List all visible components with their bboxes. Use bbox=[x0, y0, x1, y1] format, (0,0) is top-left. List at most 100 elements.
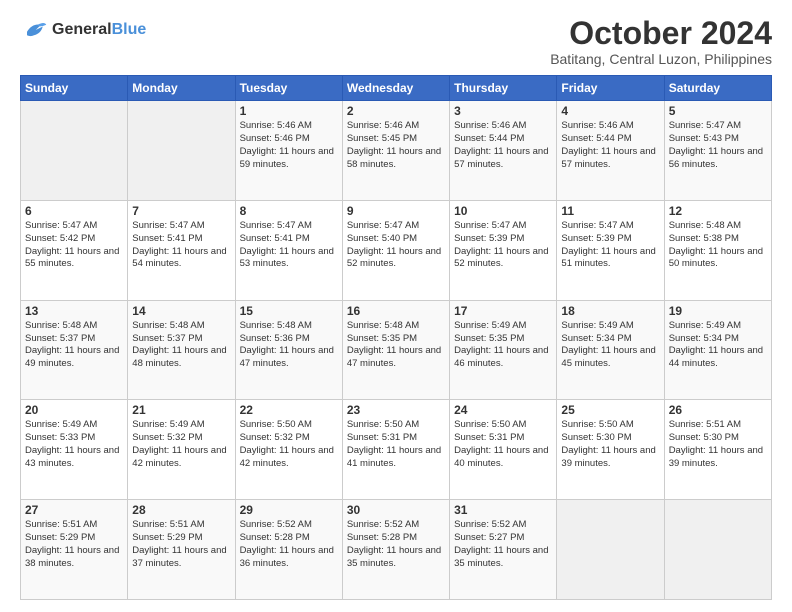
day-info: Sunrise: 5:52 AMSunset: 5:28 PMDaylight:… bbox=[347, 519, 445, 570]
calendar-day-header: Thursday bbox=[450, 76, 557, 101]
day-number: 14 bbox=[132, 304, 230, 318]
day-number: 15 bbox=[240, 304, 338, 318]
calendar-cell: 29 Sunrise: 5:52 AMSunset: 5:28 PMDayligh… bbox=[235, 500, 342, 600]
day-info: Sunrise: 5:46 AMSunset: 5:44 PMDaylight:… bbox=[561, 120, 659, 171]
day-info: Sunrise: 5:47 AMSunset: 5:41 PMDaylight:… bbox=[132, 220, 230, 271]
calendar-cell: 9 Sunrise: 5:47 AMSunset: 5:40 PMDaylight… bbox=[342, 200, 449, 300]
calendar-cell: 21 Sunrise: 5:49 AMSunset: 5:32 PMDayligh… bbox=[128, 400, 235, 500]
day-number: 3 bbox=[454, 104, 552, 118]
day-info: Sunrise: 5:50 AMSunset: 5:31 PMDaylight:… bbox=[347, 419, 445, 470]
day-info: Sunrise: 5:50 AMSunset: 5:31 PMDaylight:… bbox=[454, 419, 552, 470]
day-number: 21 bbox=[132, 403, 230, 417]
day-info: Sunrise: 5:47 AMSunset: 5:40 PMDaylight:… bbox=[347, 220, 445, 271]
day-number: 2 bbox=[347, 104, 445, 118]
calendar-day-header: Friday bbox=[557, 76, 664, 101]
calendar-cell: 6Sunrise: 5:47 AMSunset: 5:42 PMDaylight… bbox=[21, 200, 128, 300]
day-info: Sunrise: 5:47 AMSunset: 5:39 PMDaylight:… bbox=[454, 220, 552, 271]
day-info: Sunrise: 5:51 AMSunset: 5:29 PMDaylight:… bbox=[132, 519, 230, 570]
calendar-cell: 13 Sunrise: 5:48 AMSunset: 5:37 PMDayligh… bbox=[21, 300, 128, 400]
day-info: Sunrise: 5:47 AMSunset: 5:39 PMDaylight:… bbox=[561, 220, 659, 271]
calendar-cell: 31 Sunrise: 5:52 AMSunset: 5:27 PMDayligh… bbox=[450, 500, 557, 600]
calendar-cell: 8Sunrise: 5:47 AMSunset: 5:41 PMDaylight… bbox=[235, 200, 342, 300]
calendar-day-header: Monday bbox=[128, 76, 235, 101]
calendar-cell bbox=[128, 101, 235, 201]
calendar-week-row: 13 Sunrise: 5:48 AMSunset: 5:37 PMDayligh… bbox=[21, 300, 772, 400]
day-info: Sunrise: 5:52 AMSunset: 5:27 PMDaylight:… bbox=[454, 519, 552, 570]
day-number: 1 bbox=[240, 104, 338, 118]
day-info: Sunrise: 5:48 AMSunset: 5:35 PMDaylight:… bbox=[347, 320, 445, 371]
day-info: Sunrise: 5:46 AMSunset: 5:46 PMDaylight:… bbox=[240, 120, 338, 171]
calendar-cell bbox=[664, 500, 771, 600]
calendar-cell: 23Sunrise: 5:50 AMSunset: 5:31 PMDayligh… bbox=[342, 400, 449, 500]
calendar-cell: 4 Sunrise: 5:46 AMSunset: 5:44 PMDaylight… bbox=[557, 101, 664, 201]
calendar-cell: 25 Sunrise: 5:50 AMSunset: 5:30 PMDayligh… bbox=[557, 400, 664, 500]
calendar-cell: 1 Sunrise: 5:46 AMSunset: 5:46 PMDaylight… bbox=[235, 101, 342, 201]
calendar-cell: 26Sunrise: 5:51 AMSunset: 5:30 PMDayligh… bbox=[664, 400, 771, 500]
calendar-cell: 3 Sunrise: 5:46 AMSunset: 5:44 PMDaylight… bbox=[450, 101, 557, 201]
day-info: Sunrise: 5:52 AMSunset: 5:28 PMDaylight:… bbox=[240, 519, 338, 570]
calendar-week-row: 27 Sunrise: 5:51 AMSunset: 5:29 PMDayligh… bbox=[21, 500, 772, 600]
calendar-week-row: 1 Sunrise: 5:46 AMSunset: 5:46 PMDaylight… bbox=[21, 101, 772, 201]
calendar: SundayMondayTuesdayWednesdayThursdayFrid… bbox=[20, 75, 772, 600]
day-number: 26 bbox=[669, 403, 767, 417]
day-number: 18 bbox=[561, 304, 659, 318]
calendar-cell: 27 Sunrise: 5:51 AMSunset: 5:29 PMDayligh… bbox=[21, 500, 128, 600]
day-number: 13 bbox=[25, 304, 123, 318]
day-number: 29 bbox=[240, 503, 338, 517]
day-number: 11 bbox=[561, 204, 659, 218]
calendar-cell: 10 Sunrise: 5:47 AMSunset: 5:39 PMDayligh… bbox=[450, 200, 557, 300]
calendar-cell: 7 Sunrise: 5:47 AMSunset: 5:41 PMDaylight… bbox=[128, 200, 235, 300]
day-number: 27 bbox=[25, 503, 123, 517]
calendar-day-header: Tuesday bbox=[235, 76, 342, 101]
day-info: Sunrise: 5:51 AMSunset: 5:29 PMDaylight:… bbox=[25, 519, 123, 570]
calendar-cell: 18 Sunrise: 5:49 AMSunset: 5:34 PMDayligh… bbox=[557, 300, 664, 400]
day-number: 9 bbox=[347, 204, 445, 218]
title-block: October 2024 Batitang, Central Luzon, Ph… bbox=[550, 16, 772, 67]
day-info: Sunrise: 5:47 AMSunset: 5:42 PMDaylight:… bbox=[25, 220, 123, 271]
day-number: 24 bbox=[454, 403, 552, 417]
calendar-cell: 12 Sunrise: 5:48 AMSunset: 5:38 PMDayligh… bbox=[664, 200, 771, 300]
day-number: 22 bbox=[240, 403, 338, 417]
day-info: Sunrise: 5:48 AMSunset: 5:38 PMDaylight:… bbox=[669, 220, 767, 271]
day-info: Sunrise: 5:48 AMSunset: 5:37 PMDaylight:… bbox=[132, 320, 230, 371]
day-number: 7 bbox=[132, 204, 230, 218]
calendar-cell: 14 Sunrise: 5:48 AMSunset: 5:37 PMDayligh… bbox=[128, 300, 235, 400]
calendar-cell bbox=[557, 500, 664, 600]
day-number: 20 bbox=[25, 403, 123, 417]
calendar-cell: 5Sunrise: 5:47 AMSunset: 5:43 PMDaylight… bbox=[664, 101, 771, 201]
day-info: Sunrise: 5:48 AMSunset: 5:36 PMDaylight:… bbox=[240, 320, 338, 371]
calendar-cell: 15 Sunrise: 5:48 AMSunset: 5:36 PMDayligh… bbox=[235, 300, 342, 400]
day-info: Sunrise: 5:47 AMSunset: 5:41 PMDaylight:… bbox=[240, 220, 338, 271]
calendar-cell: 17Sunrise: 5:49 AMSunset: 5:35 PMDayligh… bbox=[450, 300, 557, 400]
day-info: Sunrise: 5:49 AMSunset: 5:32 PMDaylight:… bbox=[132, 419, 230, 470]
day-number: 31 bbox=[454, 503, 552, 517]
day-info: Sunrise: 5:49 AMSunset: 5:34 PMDaylight:… bbox=[669, 320, 767, 371]
calendar-week-row: 6Sunrise: 5:47 AMSunset: 5:42 PMDaylight… bbox=[21, 200, 772, 300]
calendar-cell: 22 Sunrise: 5:50 AMSunset: 5:32 PMDayligh… bbox=[235, 400, 342, 500]
day-number: 12 bbox=[669, 204, 767, 218]
logo: GeneralBlue bbox=[20, 16, 146, 44]
calendar-cell: 20 Sunrise: 5:49 AMSunset: 5:33 PMDayligh… bbox=[21, 400, 128, 500]
day-number: 19 bbox=[669, 304, 767, 318]
calendar-cell bbox=[21, 101, 128, 201]
calendar-day-header: Sunday bbox=[21, 76, 128, 101]
day-info: Sunrise: 5:49 AMSunset: 5:33 PMDaylight:… bbox=[25, 419, 123, 470]
day-info: Sunrise: 5:46 AMSunset: 5:44 PMDaylight:… bbox=[454, 120, 552, 171]
day-info: Sunrise: 5:49 AMSunset: 5:34 PMDaylight:… bbox=[561, 320, 659, 371]
day-number: 10 bbox=[454, 204, 552, 218]
day-number: 5 bbox=[669, 104, 767, 118]
calendar-day-header: Saturday bbox=[664, 76, 771, 101]
day-number: 16 bbox=[347, 304, 445, 318]
day-info: Sunrise: 5:50 AMSunset: 5:30 PMDaylight:… bbox=[561, 419, 659, 470]
logo-icon bbox=[20, 16, 48, 44]
day-number: 17 bbox=[454, 304, 552, 318]
day-number: 4 bbox=[561, 104, 659, 118]
day-info: Sunrise: 5:48 AMSunset: 5:37 PMDaylight:… bbox=[25, 320, 123, 371]
day-info: Sunrise: 5:46 AMSunset: 5:45 PMDaylight:… bbox=[347, 120, 445, 171]
location: Batitang, Central Luzon, Philippines bbox=[550, 51, 772, 67]
day-info: Sunrise: 5:50 AMSunset: 5:32 PMDaylight:… bbox=[240, 419, 338, 470]
header: GeneralBlue October 2024 Batitang, Centr… bbox=[20, 16, 772, 67]
day-number: 25 bbox=[561, 403, 659, 417]
day-number: 28 bbox=[132, 503, 230, 517]
calendar-cell: 19 Sunrise: 5:49 AMSunset: 5:34 PMDayligh… bbox=[664, 300, 771, 400]
